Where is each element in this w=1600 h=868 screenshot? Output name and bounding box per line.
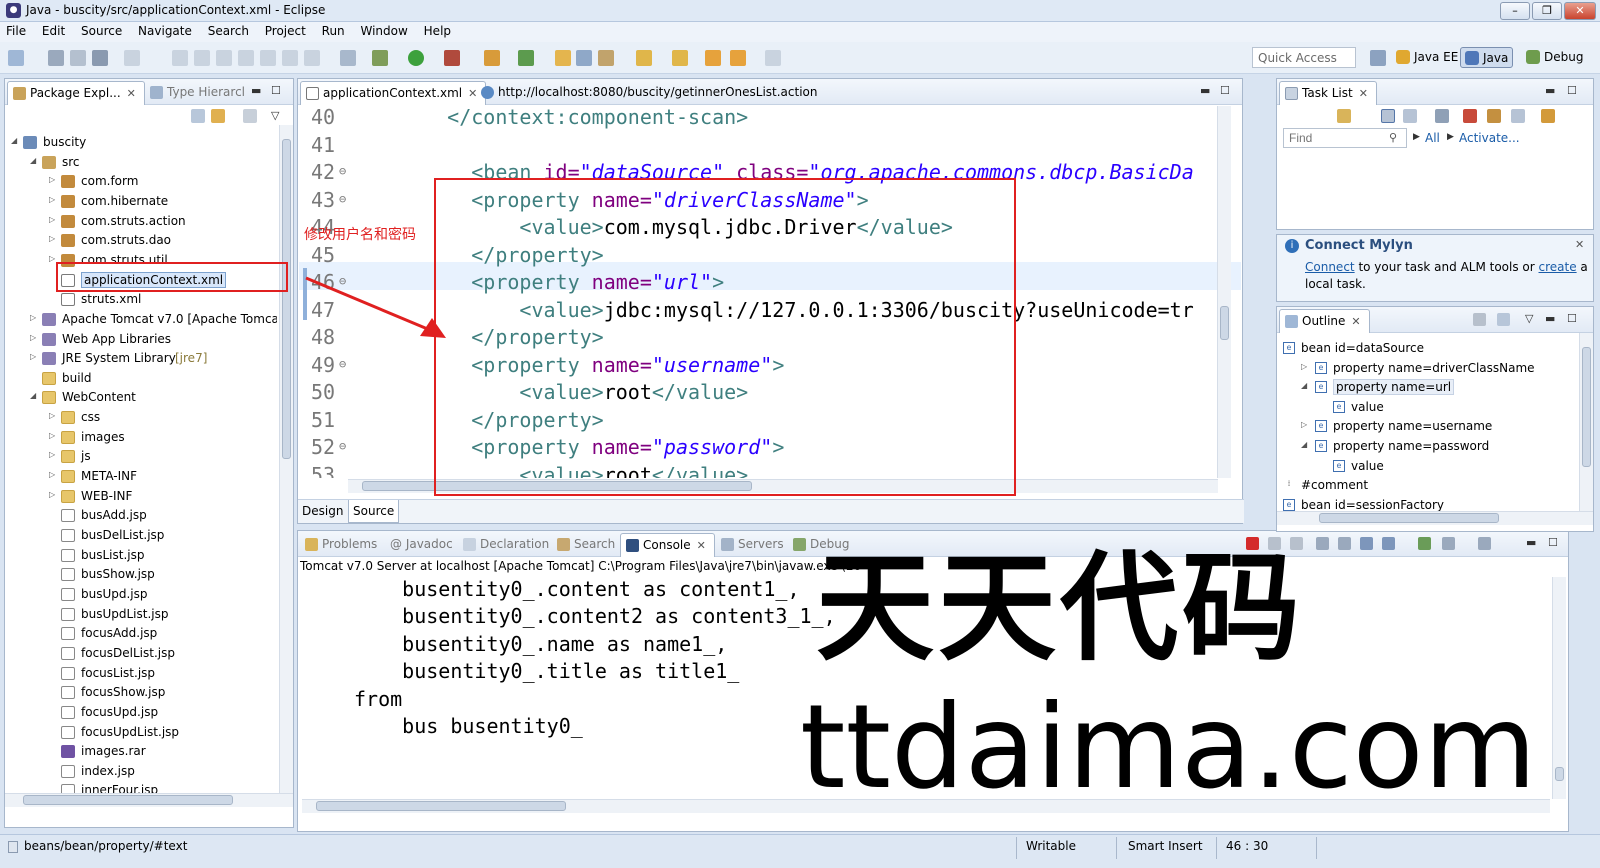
arrow-line (305, 276, 431, 332)
watermark-chinese: 天天代码 (816, 539, 1305, 677)
watermark-domain: ttdaima.com (800, 680, 1537, 815)
